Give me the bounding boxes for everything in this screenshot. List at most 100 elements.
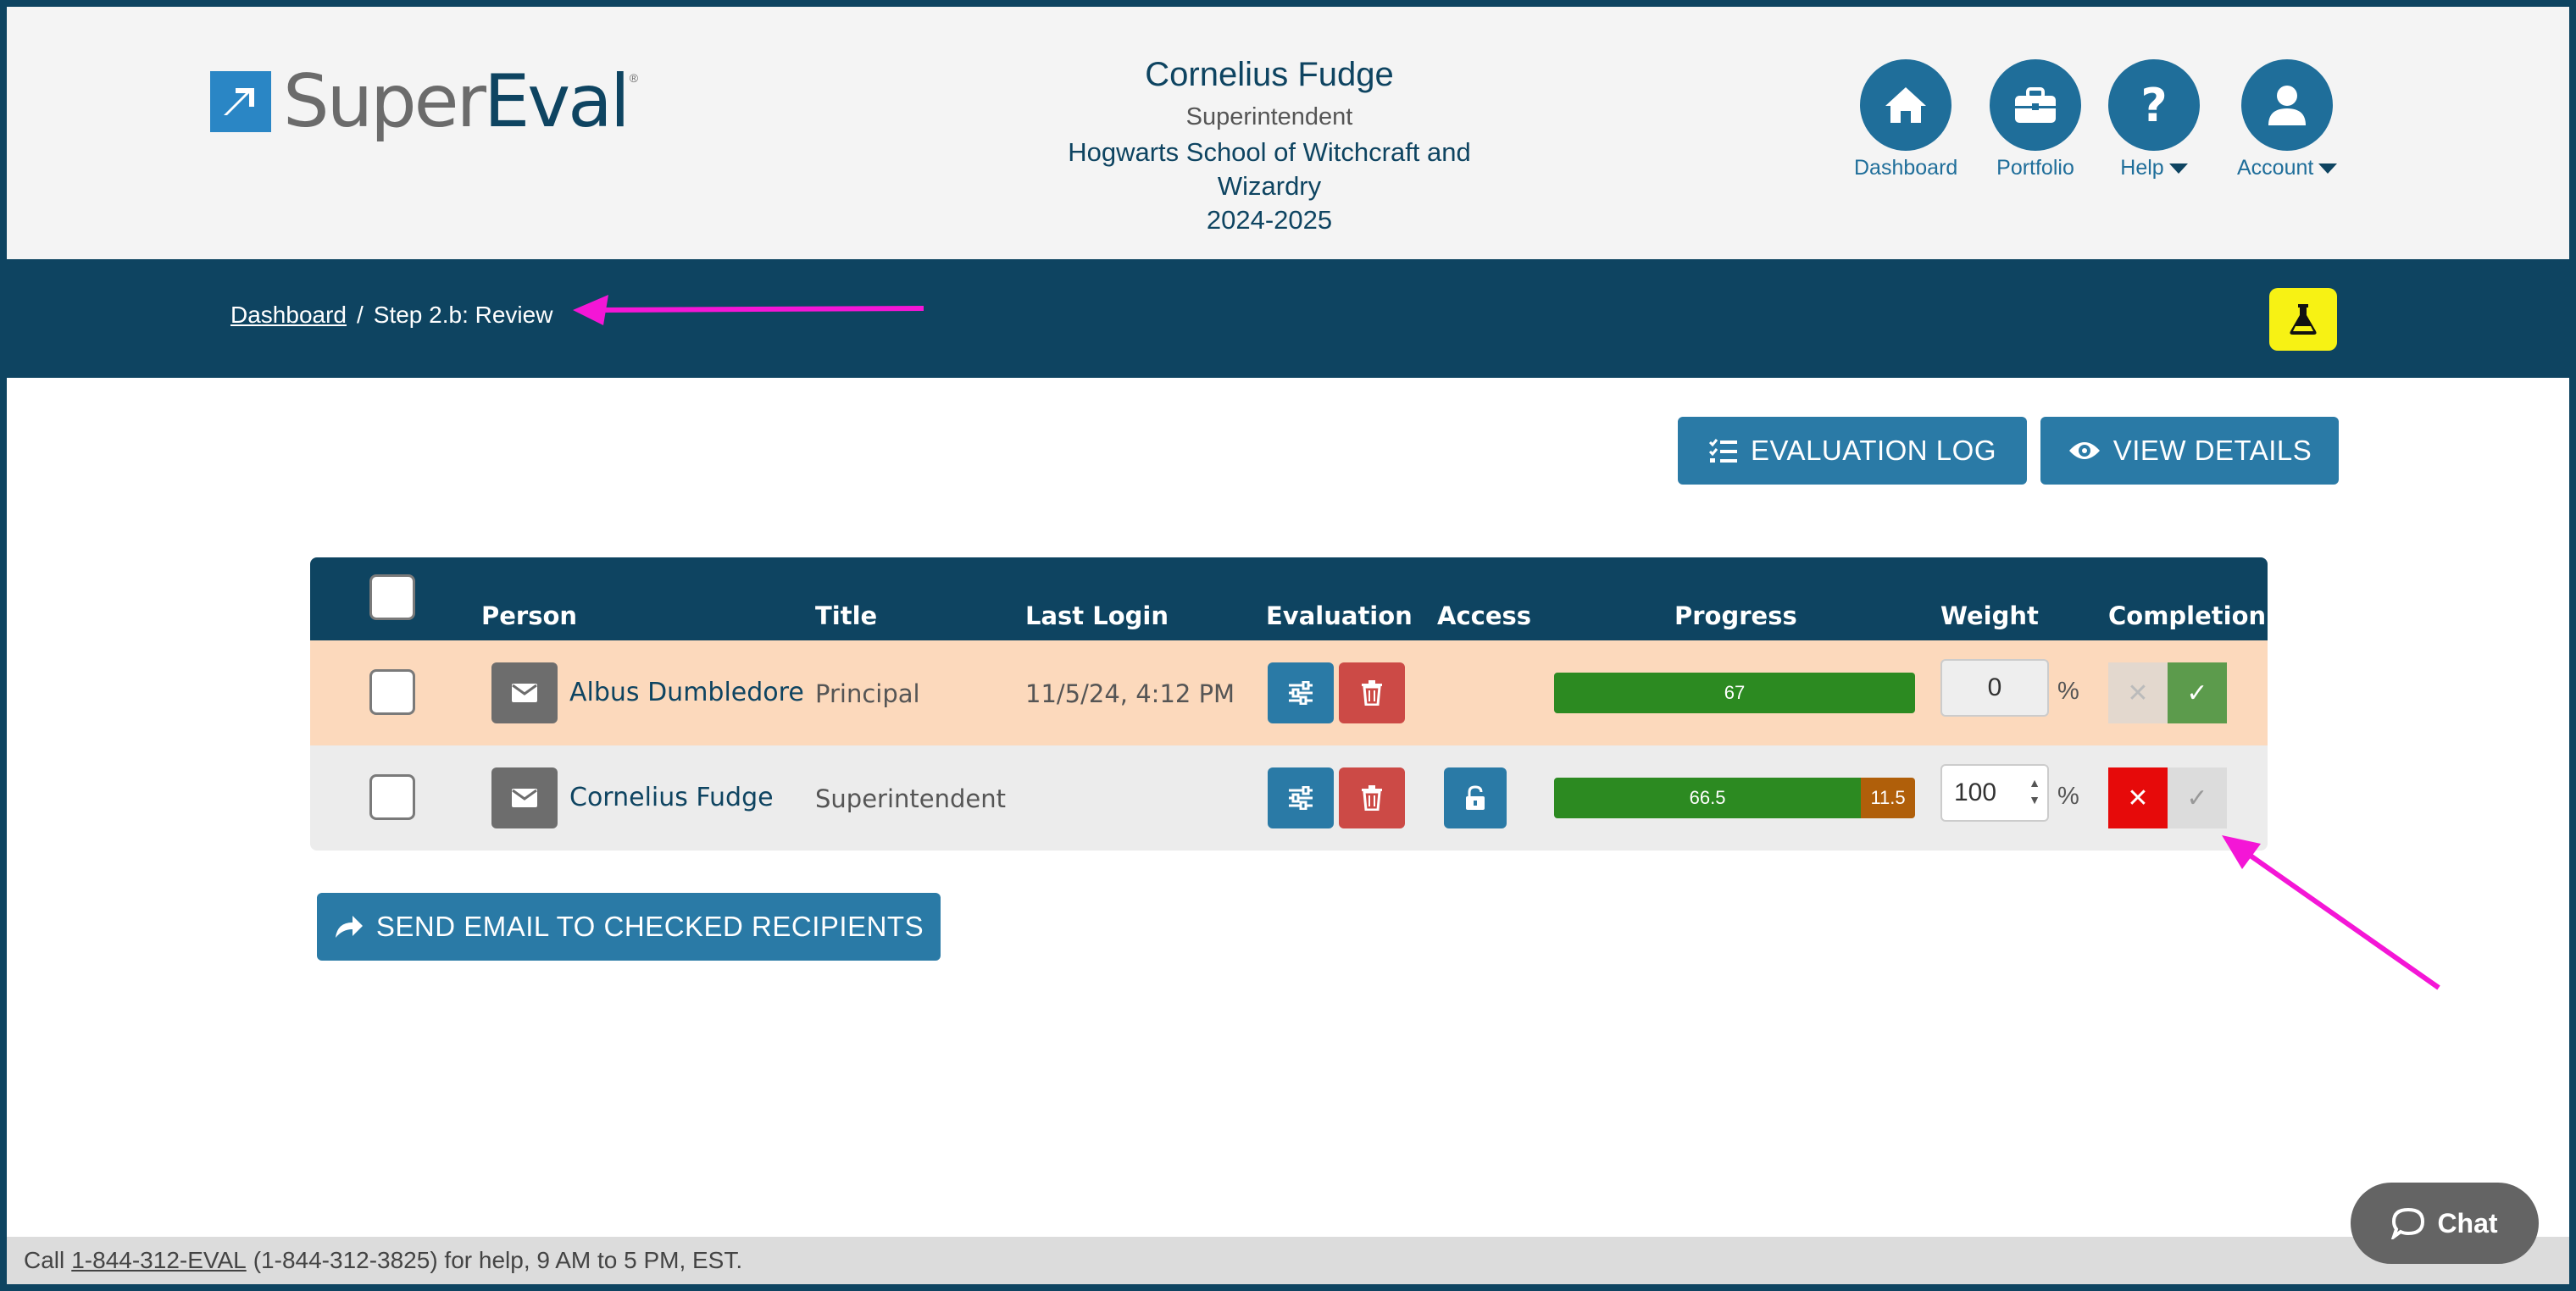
col-evaluation: Evaluation <box>1266 601 1413 630</box>
view-details-button[interactable]: VIEW DETAILS <box>2040 417 2339 485</box>
footer-suffix: (1-844-312-3825) for help, 9 AM to 5 PM,… <box>253 1247 743 1273</box>
table-row: Albus Dumbledore Principal 11/5/24, 4:12… <box>310 640 2268 745</box>
person-name[interactable]: Albus Dumbledore <box>569 678 804 707</box>
nav-help-label: Help <box>2120 156 2164 180</box>
person-title: Principal <box>815 679 920 708</box>
checklist-icon <box>1708 439 1737 463</box>
mark-incomplete-button[interactable]: ✕ <box>2108 767 2168 828</box>
mark-incomplete-button[interactable]: ✕ <box>2108 662 2168 723</box>
evaluation-settings-button[interactable] <box>1268 767 1334 828</box>
logo-text: SuperEval <box>283 65 630 138</box>
weight-input[interactable]: 100 ▲ ▼ <box>1940 764 2049 822</box>
row-checkbox[interactable] <box>369 669 415 715</box>
progress-bar: 66.5 11.5 <box>1554 778 1915 818</box>
send-email-button[interactable]: SEND EMAIL TO CHECKED RECIPIENTS <box>317 893 941 961</box>
logo-mark-icon <box>210 71 271 132</box>
mark-complete-button[interactable]: ✓ <box>2168 767 2227 828</box>
eye-icon <box>2068 442 2100 459</box>
col-last-login: Last Login <box>1025 601 1169 630</box>
view-details-label: VIEW DETAILS <box>2112 435 2312 466</box>
home-icon <box>1860 59 1952 151</box>
user-icon <box>2241 59 2334 151</box>
school-year: 2024-2025 <box>1206 205 1333 235</box>
trash-icon <box>1362 680 1382 706</box>
user-school-line1: Hogwarts School of Witchcraft and <box>1068 137 1471 167</box>
header: SuperEval ® Cornelius Fudge Superintende… <box>7 7 2569 259</box>
breadcrumb: Dashboard / Step 2.b: Review <box>230 302 552 329</box>
flask-icon <box>2290 304 2317 335</box>
lab-flask-button[interactable] <box>2269 288 2337 351</box>
nav-dashboard[interactable]: Dashboard <box>1854 59 1957 180</box>
footer-phone-link[interactable]: 1-844-312-EVAL <box>71 1247 247 1274</box>
evaluation-log-button[interactable]: EVALUATION LOG <box>1678 417 2027 485</box>
nav-account[interactable]: Account <box>2237 59 2338 180</box>
share-arrow-icon <box>335 916 363 938</box>
evaluation-settings-button[interactable] <box>1268 662 1334 723</box>
envelope-icon <box>512 789 537 807</box>
breadcrumb-separator: / <box>356 302 364 328</box>
account-caret-icon <box>2318 163 2338 174</box>
col-weight: Weight <box>1940 601 2039 630</box>
review-table: Person Title Last Login Evaluation Acces… <box>310 557 2268 851</box>
nav-dashboard-label: Dashboard <box>1854 156 1958 180</box>
sliders-icon <box>1289 681 1313 705</box>
user-school-line2: Wizardry <box>1217 171 1322 201</box>
logo-registered: ® <box>629 71 639 85</box>
progress-pending-segment: 11.5 <box>1861 778 1915 818</box>
progress-bar: 67 <box>1554 673 1915 713</box>
weight-value: 100 <box>1954 778 1997 806</box>
col-progress: Progress <box>1674 601 1797 630</box>
unlock-icon <box>1466 785 1485 810</box>
sliders-icon <box>1289 786 1313 810</box>
chat-label: Chat <box>2437 1207 2498 1238</box>
col-completion: Completion <box>2108 601 2267 630</box>
user-info: Cornelius Fudge Superintendent Hogwarts … <box>1015 51 1524 237</box>
app-frame: SuperEval ® Cornelius Fudge Superintende… <box>7 7 2569 1284</box>
mark-complete-button[interactable]: ✓ <box>2168 662 2227 723</box>
table-header: Person Title Last Login Evaluation Acces… <box>310 557 2268 640</box>
col-title: Title <box>815 601 878 630</box>
select-all-checkbox[interactable] <box>369 574 415 620</box>
x-icon: ✕ <box>2127 679 2149 707</box>
col-person: Person <box>481 601 578 630</box>
user-name: Cornelius Fudge <box>1145 56 1394 93</box>
x-icon: ✕ <box>2127 784 2149 812</box>
breadcrumb-current: Step 2.b: Review <box>373 302 553 328</box>
access-unlock-button[interactable] <box>1444 767 1507 828</box>
person-name[interactable]: Cornelius Fudge <box>569 783 774 812</box>
row-checkbox[interactable] <box>369 774 415 820</box>
nav-account-label: Account <box>2237 156 2314 180</box>
envelope-icon <box>512 684 537 702</box>
briefcase-icon <box>1990 59 2081 151</box>
logo-text-eval: Eval <box>483 59 630 144</box>
progress-complete-segment: 67 <box>1554 673 1915 713</box>
email-button[interactable] <box>491 662 558 723</box>
question-icon: ? <box>2108 59 2200 151</box>
spinner-arrows-icon[interactable]: ▲ ▼ <box>2029 774 2040 808</box>
logo-text-super: Super <box>283 59 486 144</box>
delete-evaluation-button[interactable] <box>1339 767 1405 828</box>
weight-unit: % <box>2057 678 2079 705</box>
email-button[interactable] <box>491 767 558 828</box>
chat-button[interactable]: Chat <box>2351 1183 2539 1264</box>
superEval-logo[interactable]: SuperEval ® <box>210 59 638 144</box>
footer-prefix: Call <box>24 1247 65 1273</box>
delete-evaluation-button[interactable] <box>1339 662 1405 723</box>
table-row: Cornelius Fudge Superintendent 66.5 11.5… <box>310 745 2268 851</box>
breadcrumb-dashboard-link[interactable]: Dashboard <box>230 302 347 329</box>
send-email-label: SEND EMAIL TO CHECKED RECIPIENTS <box>375 911 924 942</box>
nav-portfolio[interactable]: Portfolio <box>1990 59 2081 180</box>
check-icon: ✓ <box>2186 784 2208 812</box>
last-login: 11/5/24, 4:12 PM <box>1025 679 1235 708</box>
nav-help[interactable]: ? Help <box>2108 59 2200 180</box>
help-caret-icon <box>2168 163 2188 174</box>
progress-complete-segment: 66.5 <box>1554 778 1862 818</box>
chat-bubble-icon <box>2391 1207 2425 1239</box>
weight-input[interactable]: 0 <box>1940 659 2049 717</box>
evaluation-log-label: EVALUATION LOG <box>1750 435 1996 466</box>
person-title: Superintendent <box>815 784 1006 813</box>
trash-icon <box>1362 785 1382 811</box>
nav-portfolio-label: Portfolio <box>1996 156 2074 180</box>
footer: Call 1-844-312-EVAL (1-844-312-3825) for… <box>7 1237 2569 1284</box>
breadcrumb-bar: Dashboard / Step 2.b: Review <box>7 259 2569 378</box>
